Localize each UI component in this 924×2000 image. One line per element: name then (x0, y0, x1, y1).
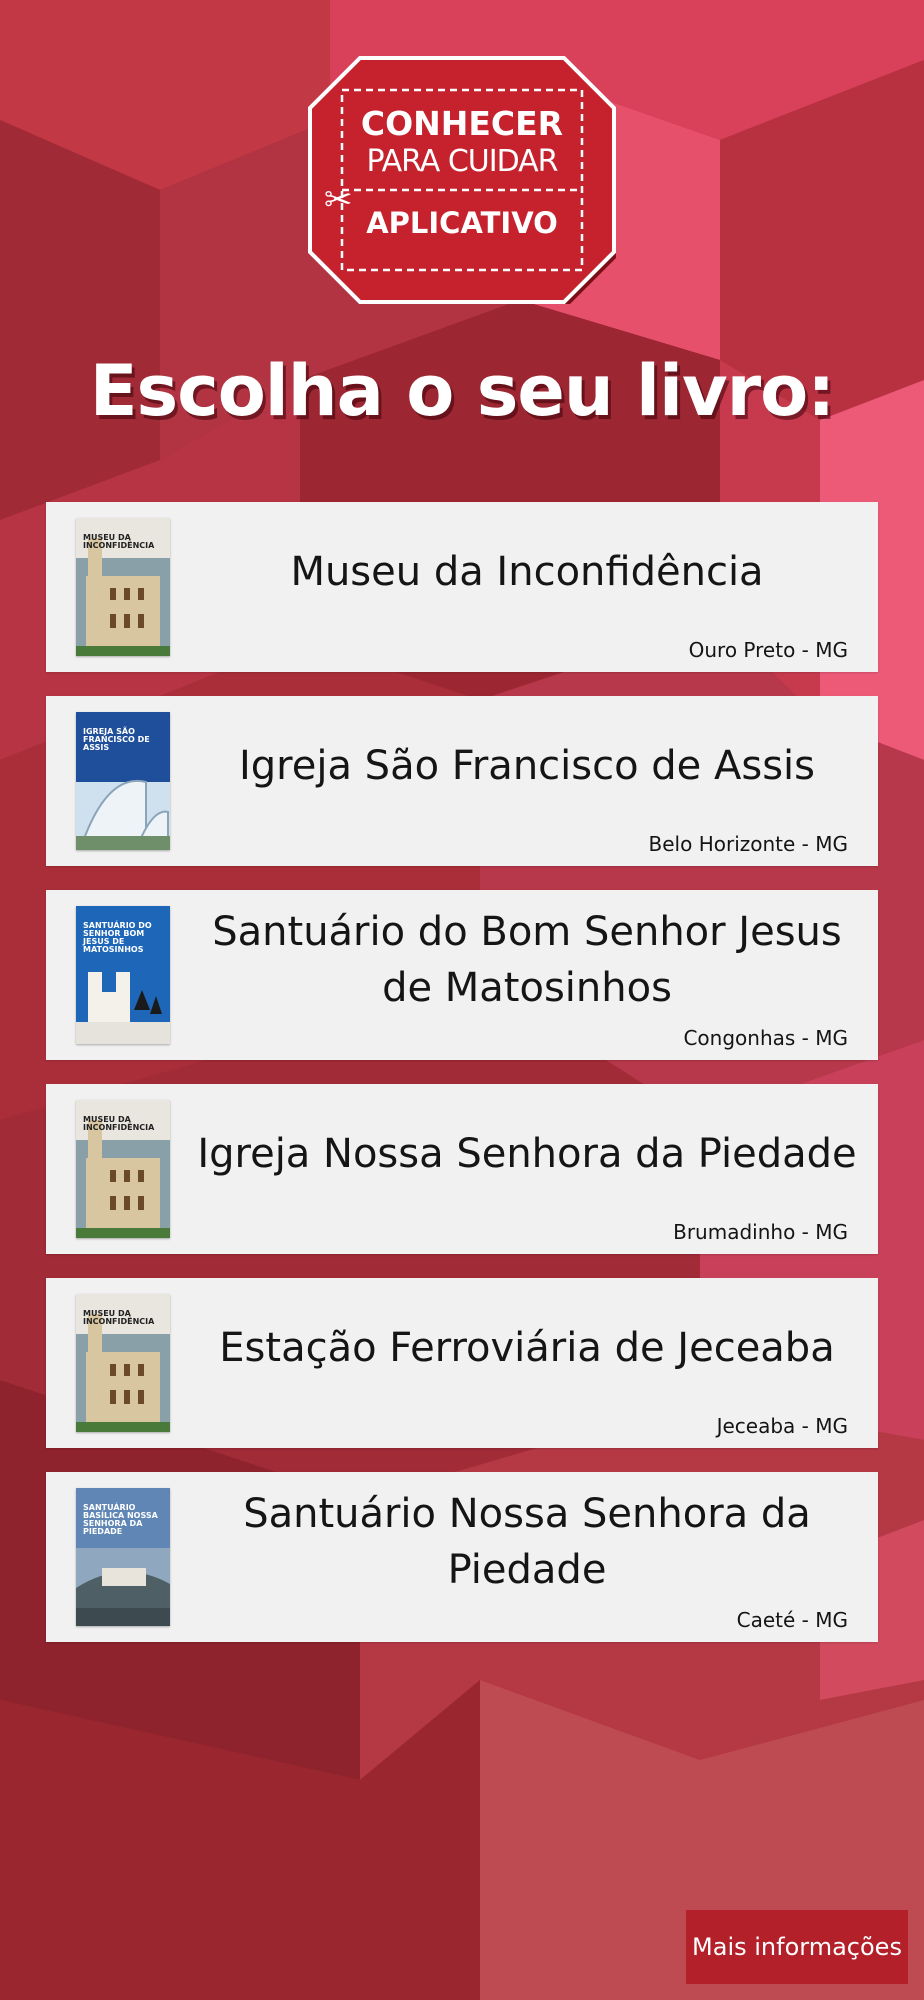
book-title: Igreja São Francisco de Assis (238, 743, 816, 789)
book-title: Santuário Nossa Senhora da Piedade (243, 1491, 811, 1593)
more-info-button[interactable]: Mais informações (686, 1910, 908, 1984)
book-title: Santuário do Bom Senhor Jesus de Matosin… (212, 909, 842, 1011)
book-card-estacao-jeceaba[interactable]: MUSEU DA INCONFIDÊNCIA Estação Ferroviár… (46, 1278, 878, 1448)
book-title: Igreja Nossa Senhora da Piedade (197, 1131, 857, 1177)
book-card-santuario-piedade[interactable]: SANTUÁRIO BASÍLICA NOSSA SENHORA DA PIED… (46, 1472, 878, 1642)
logo-line-2: PARA CUIDAR (366, 144, 558, 179)
book-location: Belo Horizonte - MG (648, 832, 848, 856)
book-location: Jeceaba - MG (716, 1414, 848, 1438)
logo-line-3: APLICATIVO (366, 206, 558, 240)
book-cover: SANTUÁRIO DO SENHOR BOM JESUS DE MATOSIN… (76, 906, 170, 1044)
book-location: Brumadinho - MG (673, 1220, 848, 1244)
book-cover: MUSEU DA INCONFIDÊNCIA (76, 518, 170, 656)
book-cover: SANTUÁRIO BASÍLICA NOSSA SENHORA DA PIED… (76, 1488, 170, 1626)
book-cover: MUSEU DA INCONFIDÊNCIA (76, 1100, 170, 1238)
book-cover: IGREJA SÃO FRANCISCO DE ASSIS (76, 712, 170, 850)
logo-line-1: CONHECER (360, 104, 564, 143)
book-card-igreja-piedade[interactable]: MUSEU DA INCONFIDÊNCIA Igreja Nossa Senh… (46, 1084, 878, 1254)
book-location: Ouro Preto - MG (688, 638, 848, 662)
book-card-santuario-matosinhos[interactable]: SANTUÁRIO DO SENHOR BOM JESUS DE MATOSIN… (46, 890, 878, 1060)
book-title: Estação Ferroviária de Jeceaba (219, 1325, 835, 1371)
app-logo: CONHECER PARA CUIDAR APLICATIVO ✂ (308, 56, 616, 304)
book-location: Congonhas - MG (683, 1026, 848, 1050)
book-card-museu-inconfidencia[interactable]: MUSEU DA INCONFIDÊNCIA Museu da Inconfid… (46, 502, 878, 672)
book-list: MUSEU DA INCONFIDÊNCIA Museu da Inconfid… (46, 502, 878, 1666)
book-location: Caeté - MG (736, 1608, 848, 1632)
page-title: Escolha o seu livro: (89, 350, 836, 432)
scissors-icon: ✂ (324, 181, 353, 219)
book-card-igreja-sao-francisco[interactable]: IGREJA SÃO FRANCISCO DE ASSIS Igreja São… (46, 696, 878, 866)
book-cover: MUSEU DA INCONFIDÊNCIA (76, 1294, 170, 1432)
book-title: Museu da Inconfidência (290, 549, 764, 595)
